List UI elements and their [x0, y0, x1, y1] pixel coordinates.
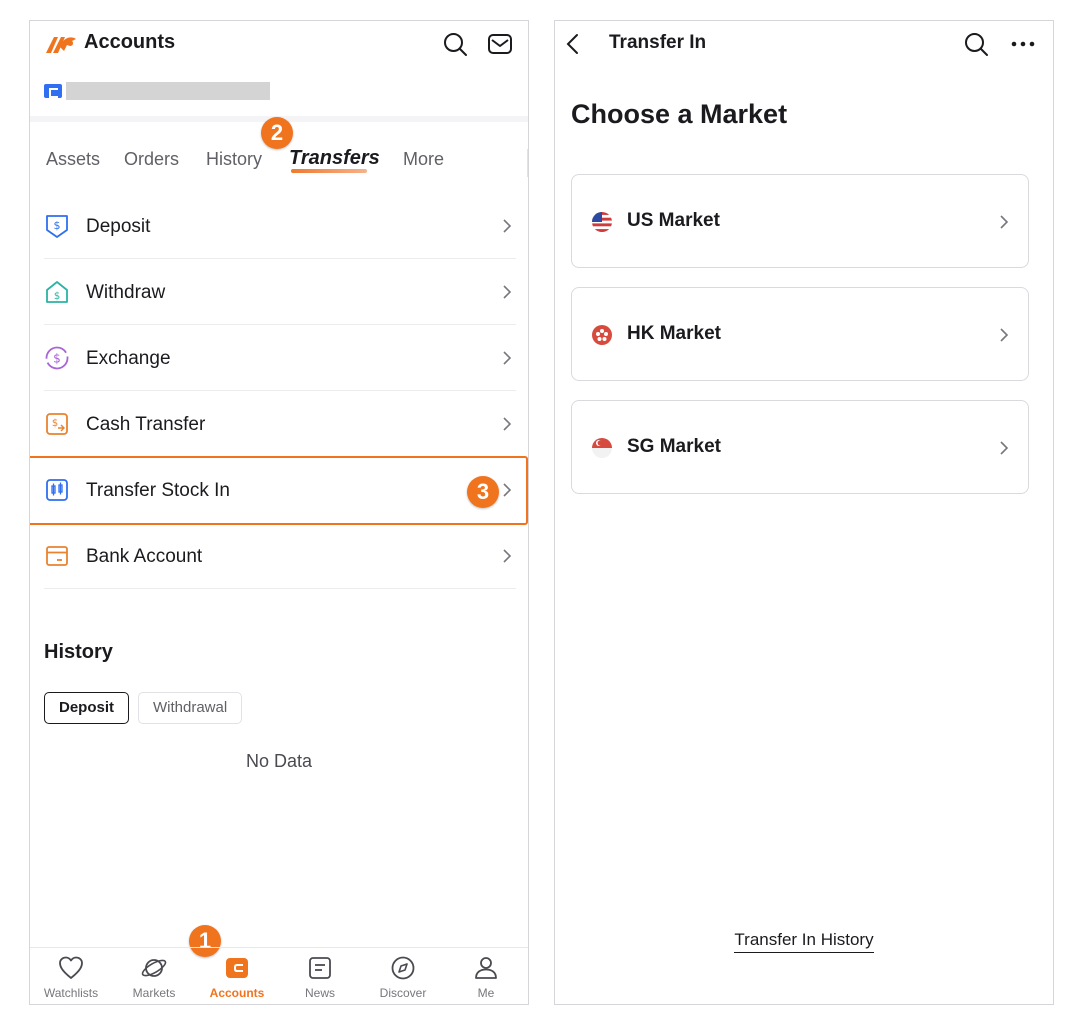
menu-item-exchange[interactable]: $ Exchange	[44, 325, 516, 391]
tabbar-item-discover[interactable]: Discover	[363, 954, 443, 1000]
tabbar-item-markets[interactable]: Markets	[114, 954, 194, 1000]
svg-text:$: $	[52, 418, 58, 429]
accounts-header: Accounts	[30, 21, 528, 67]
news-icon	[309, 957, 331, 979]
menu-item-label: Exchange	[86, 348, 171, 369]
person-icon	[475, 957, 497, 979]
market-label: US Market	[627, 210, 720, 231]
menu-item-label: Bank Account	[86, 546, 203, 567]
withdraw-icon: $	[46, 281, 68, 303]
more-icon[interactable]	[1009, 31, 1037, 57]
compass-icon	[391, 956, 415, 980]
account-selector[interactable]	[30, 77, 528, 117]
tabbar-label: Discover	[379, 986, 427, 1000]
account-number-redacted	[66, 82, 270, 100]
page-title: Accounts	[84, 31, 176, 53]
chevron-right-icon	[503, 549, 512, 563]
history-section-title: History	[44, 641, 113, 663]
menu-item-bank-account[interactable]: Bank Account	[44, 523, 516, 589]
active-tab-indicator	[291, 169, 367, 173]
history-filter-withdrawal[interactable]: Withdrawal	[138, 692, 243, 724]
mail-icon[interactable]	[487, 31, 513, 57]
highlight-transfer-stock-in	[30, 456, 528, 525]
chevron-right-icon	[503, 285, 512, 299]
tabbar-label: Accounts	[209, 986, 265, 1000]
svg-text:$: $	[53, 352, 61, 366]
menu-item-label: Withdraw	[86, 282, 166, 303]
heart-icon	[59, 956, 83, 979]
tab-assets[interactable]: Assets	[46, 149, 100, 170]
sg-flag-icon	[592, 438, 612, 458]
chevron-right-icon	[503, 417, 512, 431]
tabbar-label: News	[304, 986, 335, 1000]
page-title: Transfer In	[609, 32, 707, 53]
empty-state-text: No Data	[245, 751, 313, 771]
chevron-right-icon	[503, 219, 512, 233]
row-divider	[44, 588, 516, 589]
menu-item-label: Deposit	[86, 216, 151, 237]
tab-transfers[interactable]: Transfers	[289, 147, 380, 170]
tabbar-item-accounts[interactable]: Accounts	[197, 954, 277, 1000]
search-icon[interactable]	[963, 31, 989, 57]
menu-item-deposit[interactable]: $ Deposit	[44, 193, 516, 259]
svg-text:$: $	[54, 219, 61, 232]
deposit-icon: $	[46, 215, 68, 238]
us-flag-icon	[592, 212, 612, 232]
history-filter-deposit[interactable]: Deposit	[44, 692, 130, 724]
tabbar-item-watchlists[interactable]: Watchlists	[31, 954, 111, 1000]
tab-history[interactable]: History	[206, 149, 262, 170]
planet-icon	[141, 959, 167, 977]
chevron-right-icon	[1000, 328, 1009, 342]
accounts-screen: Accounts Assets Orders History Transfers…	[29, 20, 529, 1005]
step-badge-2: 2	[261, 117, 293, 149]
menu-item-cash-transfer[interactable]: $ Cash Transfer	[44, 391, 516, 457]
back-arrow-icon[interactable]	[565, 33, 581, 55]
tabbar-label: Markets	[132, 986, 176, 1000]
tabbar-label: Me	[477, 986, 495, 1000]
bottom-tab-bar: Watchlists Markets Accounts News Discove…	[30, 947, 528, 1004]
tabbar-item-news[interactable]: News	[280, 954, 360, 1000]
tabbar-label: Watchlists	[43, 986, 99, 1000]
tabbar-item-me[interactable]: Me	[446, 954, 526, 1000]
market-card-sg[interactable]: SG Market	[571, 400, 1029, 494]
choose-market-heading: Choose a Market	[571, 99, 788, 129]
chevron-right-icon	[1000, 441, 1009, 455]
search-icon[interactable]	[442, 31, 468, 57]
transfer-in-history-label: Transfer In History	[734, 930, 874, 953]
step-badge-3: 3	[467, 476, 499, 508]
market-label: SG Market	[627, 436, 721, 457]
transfer-in-header: Transfer In	[555, 21, 1053, 67]
transfer-in-history-link[interactable]: Transfer In History	[555, 930, 1053, 953]
tab-orders[interactable]: Orders	[124, 149, 179, 170]
market-card-hk[interactable]: HK Market	[571, 287, 1029, 381]
exchange-icon: $	[45, 346, 69, 370]
market-card-us[interactable]: US Market	[571, 174, 1029, 268]
cash-transfer-icon: $	[46, 413, 68, 435]
chevron-right-icon	[1000, 215, 1009, 229]
chevron-right-icon	[503, 351, 512, 365]
wallet-icon	[226, 958, 248, 978]
tabs-edge-divider	[527, 149, 528, 177]
tab-more[interactable]: More	[403, 149, 444, 170]
menu-item-withdraw[interactable]: $ Withdraw	[44, 259, 516, 325]
logo-icon	[46, 37, 76, 53]
menu-item-label: Cash Transfer	[86, 414, 206, 435]
account-badge-icon	[44, 84, 62, 98]
market-label: HK Market	[627, 323, 721, 344]
svg-text:$: $	[54, 291, 60, 302]
hk-flag-icon	[592, 325, 612, 345]
bank-account-icon	[46, 546, 68, 566]
transfer-in-screen: Transfer In Choose a Market US Market HK…	[554, 20, 1054, 1005]
